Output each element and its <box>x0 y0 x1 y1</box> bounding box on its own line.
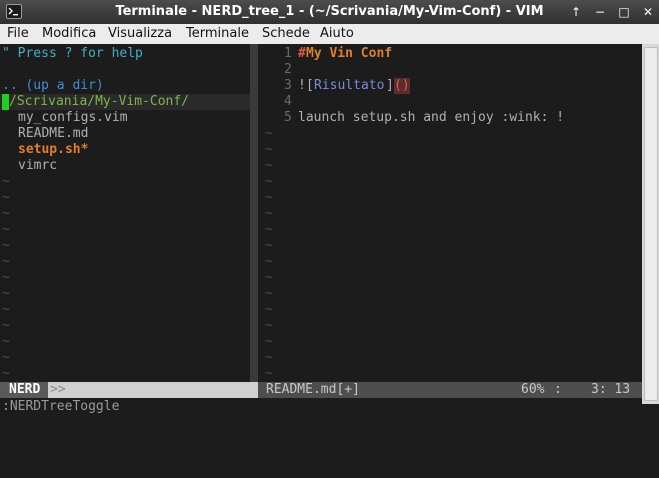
nerdtree-empty-line-tilde: ~ <box>2 286 10 301</box>
nerdtree-empty-line-tilde: ~ <box>2 270 10 285</box>
nerdtree-help-text: " Press ? for help <box>2 46 143 61</box>
vim-window: Terminale - NERD_tree_1 - (~/Scrivania/M… <box>0 0 659 435</box>
markdown-image-close-bracket: ] <box>386 78 394 93</box>
editor-empty-line-tilde: ~ <box>265 254 273 269</box>
nerdtree-empty-line-tilde: ~ <box>2 334 10 349</box>
nerdtree-empty-line-tilde: ~ <box>2 174 10 189</box>
command-line[interactable]: :NERDTreeToggle <box>0 398 642 435</box>
line-number-5: 5 <box>284 110 292 125</box>
editor-empty-line-tilde: ~ <box>265 286 273 301</box>
menu-terminale[interactable]: Terminale <box>186 24 249 44</box>
editor-empty-line-tilde: ~ <box>265 302 273 317</box>
editor-empty-line-tilde: ~ <box>265 174 273 189</box>
nerdtree-file-vimrc[interactable]: vimrc <box>18 158 57 174</box>
line-number-3: 3 <box>284 78 292 93</box>
statusline-colon: : <box>554 382 562 397</box>
statusline-percent: 60% <box>521 382 545 397</box>
command-line-text: :NERDTreeToggle <box>2 399 120 414</box>
nerdtree-file-my-configs[interactable]: my_configs.vim <box>18 110 128 126</box>
editor-empty-line-tilde: ~ <box>265 190 273 205</box>
editor-empty-line-tilde: ~ <box>265 158 273 173</box>
nerdtree-pane[interactable]: " Press ? for help .. (up a dir) /Scriva… <box>0 44 250 382</box>
nerdtree-empty-line-tilde: ~ <box>2 366 10 381</box>
statusline-separator <box>250 382 258 398</box>
nerdtree-empty-line-tilde: ~ <box>2 222 10 237</box>
scrollbar-thumb[interactable] <box>644 47 658 401</box>
editor-empty-line-tilde: ~ <box>265 334 273 349</box>
markdown-heading-hash: # <box>298 46 306 61</box>
markdown-heading-text: My Vin Conf <box>306 46 393 61</box>
menu-schede[interactable]: Schede <box>262 24 310 44</box>
statusline-cursor-position: 3: 13 <box>591 382 631 397</box>
editor-empty-line-tilde: ~ <box>265 366 273 381</box>
nerdtree-empty-line-tilde: ~ <box>2 254 10 269</box>
nerdtree-statusline: NERD >> <box>0 382 250 398</box>
nerdtree-root-dir[interactable]: /Scrivania/My-Vim-Conf/ <box>9 94 189 110</box>
vertical-split-separator[interactable] <box>250 44 258 382</box>
title-bar: Terminale - NERD_tree_1 - (~/Scrivania/M… <box>0 0 659 24</box>
editor-empty-line-tilde: ~ <box>265 142 273 157</box>
statusline-filename: README.md[+] <box>266 382 360 397</box>
statusline-nerd-label: NERD <box>9 382 41 397</box>
line-number-4: 4 <box>284 94 292 109</box>
minimize-button[interactable]: − <box>593 5 607 19</box>
maximize-button[interactable]: □ <box>617 5 631 19</box>
menu-visualizza[interactable]: Visualizza <box>108 24 172 44</box>
editor-empty-line-tilde: ~ <box>265 126 273 141</box>
line-number-2: 2 <box>284 62 292 77</box>
editor-pane[interactable]: 1 2 3 4 5 # My Vin Conf ! [ Risultato ] … <box>258 44 642 382</box>
keep-above-button[interactable]: ↑ <box>569 5 583 19</box>
editor-empty-line-tilde: ~ <box>265 238 273 253</box>
nerdtree-empty-line-tilde: ~ <box>2 190 10 205</box>
markdown-image-bang: ! <box>298 78 306 93</box>
menu-file[interactable]: File <box>7 24 29 44</box>
nerdtree-empty-line-tilde: ~ <box>2 350 10 365</box>
markdown-image-empty-url: () <box>394 78 410 94</box>
menu-modifica[interactable]: Modifica <box>42 24 96 44</box>
editor-empty-line-tilde: ~ <box>265 206 273 221</box>
menu-bar: File Modifica Visualizza Terminale Sched… <box>0 24 659 45</box>
editor-empty-line-tilde: ~ <box>265 318 273 333</box>
markdown-image-open-bracket: [ <box>306 78 314 93</box>
cursor-block <box>2 94 9 110</box>
nerdtree-empty-line-tilde: ~ <box>2 302 10 317</box>
editor-empty-line-tilde: ~ <box>265 222 273 237</box>
statusline-arrow: >> <box>50 382 66 397</box>
nerdtree-empty-line-tilde: ~ <box>2 318 10 333</box>
nerdtree-up-dir[interactable]: .. (up a dir) <box>2 78 104 94</box>
editor-empty-line-tilde: ~ <box>265 350 273 365</box>
nerdtree-empty-line-tilde: ~ <box>2 206 10 221</box>
window-title: Terminale - NERD_tree_1 - (~/Scrivania/M… <box>115 4 544 19</box>
menu-aiuto[interactable]: Aiuto <box>320 24 354 44</box>
editor-empty-line-tilde: ~ <box>265 270 273 285</box>
nerdtree-file-setup[interactable]: setup.sh* <box>18 142 88 158</box>
editor-text-line-5: launch setup.sh and enjoy :wink: ! <box>298 110 565 125</box>
editor-statusline: README.md[+] 60% : 3: 13 <box>258 382 642 398</box>
nerdtree-empty-line-tilde: ~ <box>2 238 10 253</box>
vertical-scrollbar[interactable] <box>642 44 659 404</box>
line-number-1: 1 <box>284 46 292 61</box>
close-button[interactable]: ✕ <box>641 5 655 19</box>
nerdtree-file-readme[interactable]: README.md <box>18 126 88 142</box>
markdown-image-alt-text: Risultato <box>314 78 385 93</box>
